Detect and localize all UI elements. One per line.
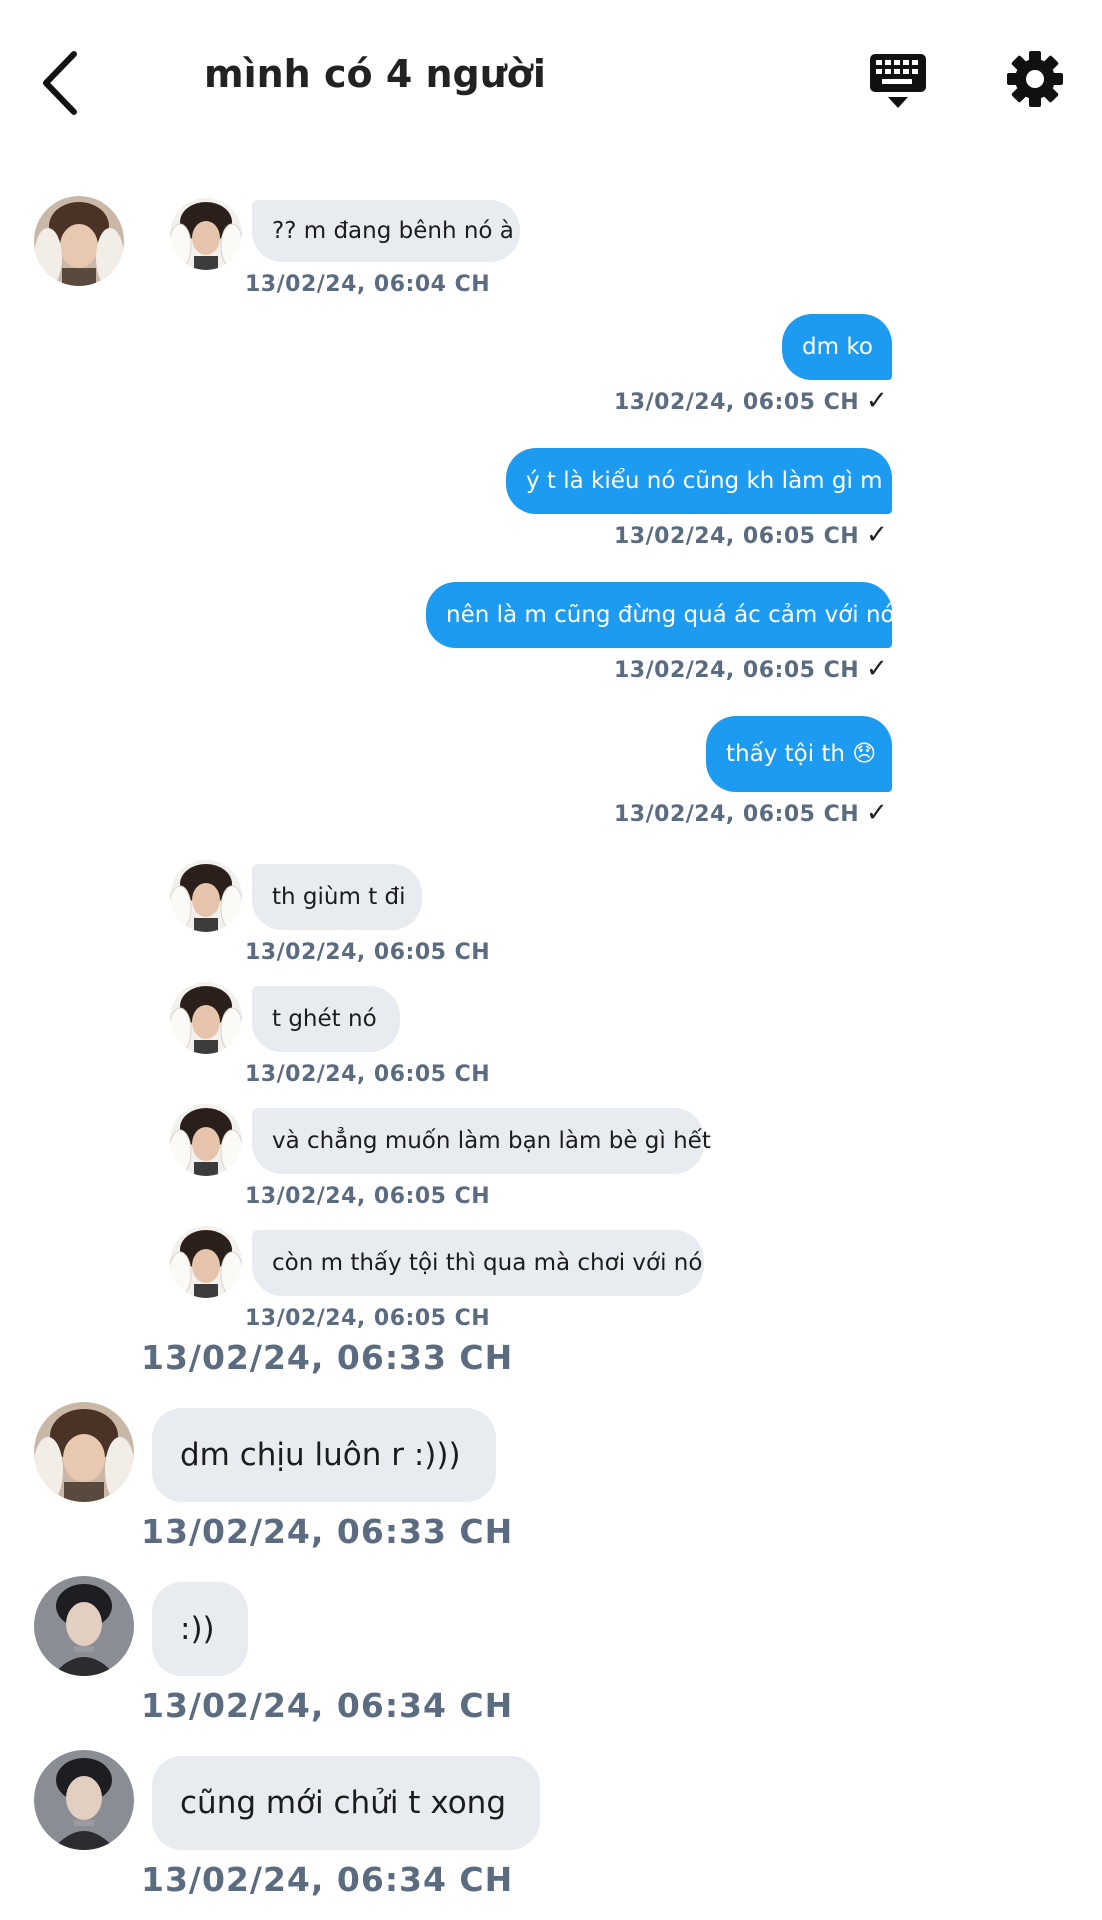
message-bubble[interactable]: nên là m cũng đừng quá ác cảm với nó [426,582,895,648]
message-avatar[interactable] [170,1226,242,1298]
message-timestamp: 13/02/24, 06:04 CH [245,272,491,297]
message-avatar[interactable] [34,1576,134,1676]
message-timestamp: 13/02/24, 06:05 CH [614,524,860,549]
message-timestamp: 13/02/24, 06:05 CH [614,802,860,827]
message-avatar[interactable] [34,1750,134,1850]
message-bubble[interactable]: :)) [152,1582,248,1676]
read-checkmark-icon: ✓ [866,520,888,550]
message-text: dm ko [802,334,873,360]
read-checkmark-icon: ✓ [866,654,888,684]
settings-button[interactable] [1006,50,1064,108]
message-bubble[interactable]: thấy tội th 😞 [706,716,892,792]
avatar-image [34,1750,134,1850]
message-text: t ghét nó [272,1006,377,1032]
message-bubble[interactable]: th giùm t đi [252,864,422,930]
message-text: ý t là kiểu nó cũng kh làm gì m í [526,468,897,494]
message-bubble[interactable]: dm chịu luôn r :))) [152,1408,496,1502]
chat-title: mình có 4 người [204,52,546,96]
chat-header: mình có 4 người [0,0,1102,150]
avatar-image [34,196,124,286]
message-text: nên là m cũng đừng quá ác cảm với nó [446,602,895,628]
message-timestamp: 13/02/24, 06:05 CH [245,1184,491,1209]
message-timestamp: 13/02/24, 06:05 CH [245,940,491,965]
avatar-image [34,1402,134,1502]
message-bubble[interactable]: còn m thấy tội thì qua mà chơi với nó [252,1230,704,1296]
sender-avatar[interactable] [34,196,124,286]
message-bubble[interactable]: và chẳng muốn làm bạn làm bè gì hết [252,1108,711,1174]
message-avatar[interactable] [170,982,242,1054]
avatar-image [170,198,242,270]
message-avatar[interactable] [34,1402,134,1502]
read-checkmark-icon: ✓ [866,386,888,416]
message-text: thấy tội th 😞 [726,741,877,767]
back-button[interactable] [38,48,88,118]
message-avatar[interactable] [170,860,242,932]
message-text: :)) [180,1611,215,1647]
message-text: ?? m đang bênh nó à [272,218,514,244]
message-timestamp: 13/02/24, 06:34 CH [141,1860,514,1899]
keyboard-icon [870,54,926,108]
message-text: và chẳng muốn làm bạn làm bè gì hết [272,1128,711,1154]
message-bubble[interactable]: ý t là kiểu nó cũng kh làm gì m í [506,448,896,514]
keyboard-button[interactable] [868,52,928,110]
chevron-left-icon [43,51,77,115]
avatar-image [34,1576,134,1676]
message-bubble[interactable]: t ghét nó [252,986,400,1052]
message-text: cũng mới chửi t xong [180,1785,506,1821]
message-timestamp: 13/02/24, 06:05 CH [614,390,860,415]
message-timestamp: 13/02/24, 06:33 CH [141,1338,514,1377]
message-timestamp: 13/02/24, 06:05 CH [245,1306,491,1331]
message-avatar[interactable] [170,198,242,270]
message-avatar[interactable] [170,1104,242,1176]
message-text: th giùm t đi [272,884,406,910]
message-text: dm chịu luôn r :))) [180,1437,461,1473]
message-bubble[interactable]: cũng mới chửi t xong [152,1756,540,1850]
message-timestamp: 13/02/24, 06:05 CH [245,1062,491,1087]
message-timestamp: 13/02/24, 06:33 CH [141,1512,514,1551]
message-timestamp: 13/02/24, 06:05 CH [614,658,860,683]
avatar-image [170,860,242,932]
message-bubble[interactable]: ?? m đang bênh nó à [252,200,520,262]
avatar-image [170,1104,242,1176]
avatar-image [170,982,242,1054]
gear-icon [1007,51,1063,107]
avatar-image [170,1226,242,1298]
message-text: còn m thấy tội thì qua mà chơi với nó [272,1250,703,1276]
read-checkmark-icon: ✓ [866,798,888,828]
message-timestamp: 13/02/24, 06:34 CH [141,1686,514,1725]
message-bubble[interactable]: dm ko [782,314,892,380]
